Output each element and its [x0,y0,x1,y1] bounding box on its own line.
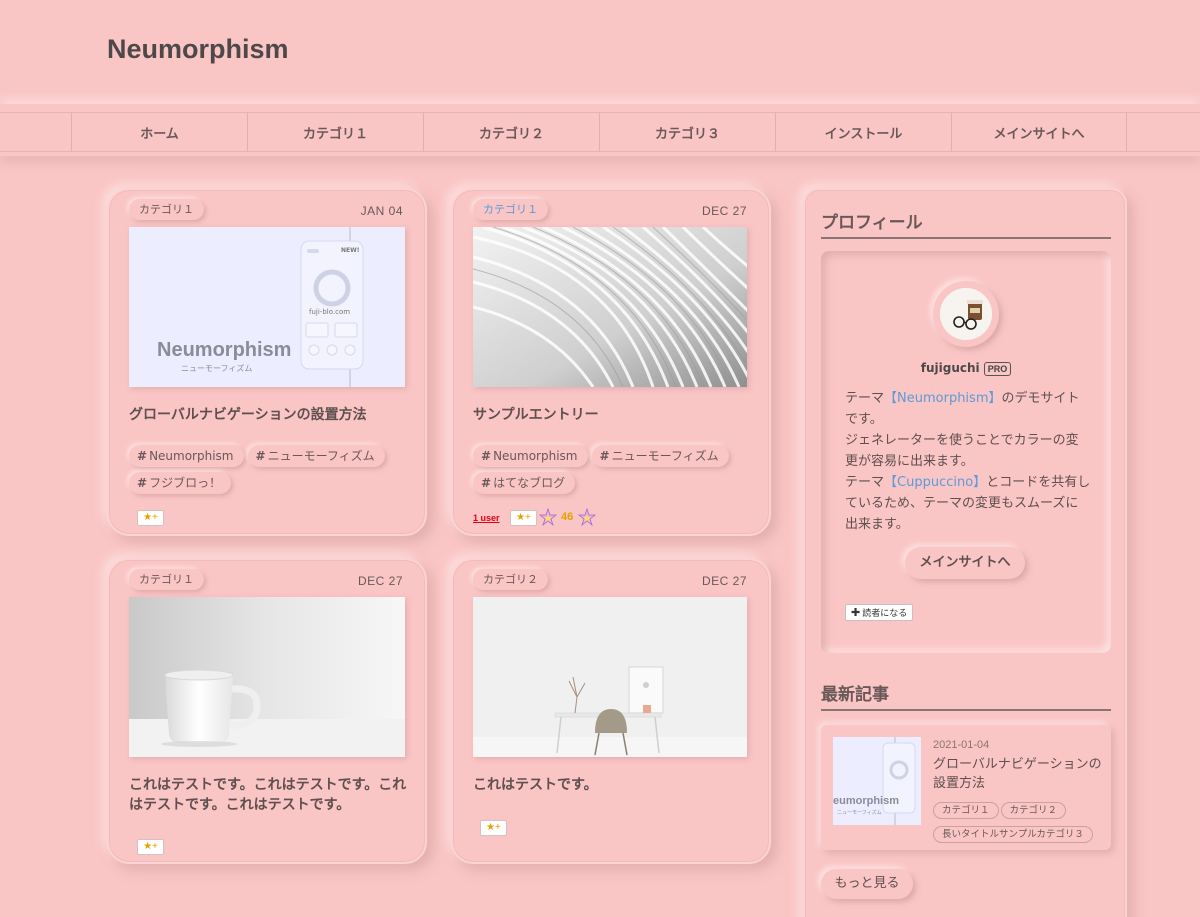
tag-chip[interactable]: # ニューモーフィズム [247,445,385,467]
recent-post-date: 2021-01-04 [933,739,990,751]
post-thumbnail[interactable]: NEW! fuji-blo.com Neumorphism ニューモーフィズム [129,227,405,387]
nav-item-main-site[interactable]: メインサイトへ [951,113,1127,151]
star-count: 46 [561,511,574,523]
category-pill[interactable]: カテゴリ１ [129,199,204,220]
nav-item-category-2[interactable]: カテゴリ２ [423,113,599,151]
neumorphism-theme-link[interactable]: 【Neumorphism】 [884,391,1001,406]
post-thumbnail[interactable] [473,227,747,387]
sidebar: プロフィール fujiguchi PRO テーマ【Neumorphism】のデモサ… [803,188,1127,917]
recent-thumb-brand: eumorphism [833,795,900,807]
tag-list: # Neumorphism # ニューモーフィズム # フジブロっ！ [129,445,419,499]
bookmark-users-link[interactable]: 1 user [473,513,500,523]
add-star-button[interactable]: ★+ [510,510,537,526]
nav-item-category-1[interactable]: カテゴリ１ [247,113,423,151]
add-star-button[interactable]: ★+ [137,839,164,855]
post-card[interactable]: カテゴリ１ JAN 04 NEW! fuji-blo.com Neumorphi… [107,188,427,536]
pro-badge: PRO [983,362,1012,376]
post-title[interactable]: これはテストです。 [473,775,753,795]
post-date: DEC 27 [357,574,403,588]
thumb-sub-label: ニューモーフィズム [181,364,253,373]
cuppuccino-theme-link[interactable]: 【Cuppuccino】 [884,475,986,490]
tag-list: # Neumorphism # ニューモーフィズム # はてなブログ [473,445,763,499]
plus-icon: ✚ [851,606,861,619]
recent-post-thumbnail[interactable]: eumorphism ニューモーフィズム [833,737,921,825]
nav-item-home[interactable]: ホーム [71,113,247,151]
colored-star-icon [577,507,597,527]
tag-chip[interactable]: # はてなブログ [473,472,576,494]
profile-description: テーマ【Neumorphism】のデモサイトです。 ジェネレーターを使うことでカ… [845,391,1091,532]
avatar[interactable] [933,281,999,347]
post-date: DEC 27 [701,204,747,218]
post-card[interactable]: カテゴリ１ DEC 27 サンプルエントリー # Neumorphism # ニ… [451,188,771,536]
post-thumbnail[interactable] [473,597,747,757]
post-title[interactable]: グローバルナビゲーションの設置方法 [129,405,409,425]
recent-post-card[interactable]: eumorphism ニューモーフィズム 2021-01-04 グローバルナビゲ… [821,725,1111,850]
tag-chip[interactable]: # Neumorphism [473,445,588,467]
post-date: JAN 04 [360,204,403,218]
main-site-button[interactable]: メインサイトへ [905,547,1025,579]
username[interactable]: fujiguchi PRO [821,361,1111,376]
post-title[interactable]: サンプルエントリー [473,405,753,425]
recent-category-chip[interactable]: カテゴリ１ [933,802,999,819]
tag-chip[interactable]: # ニューモーフィズム [591,445,729,467]
recent-category-chip[interactable]: 長いタイトルサンプルカテゴリ３ [933,826,1093,843]
tag-chip[interactable]: # Neumorphism [129,445,244,467]
post-card[interactable]: カテゴリ１ DEC 27 これはテストです。これはテストです。これはテストです。… [107,558,427,864]
nav-item-install[interactable]: インストール [775,113,951,151]
category-pill[interactable]: カテゴリ１ [129,569,204,590]
profile-box: fujiguchi PRO テーマ【Neumorphism】のデモサイトです。 ジ… [821,251,1111,653]
recent-category-chip[interactable]: カテゴリ２ [1000,802,1067,819]
category-pill[interactable]: カテゴリ２ [473,569,548,590]
tag-chip[interactable]: # フジブロっ！ [129,472,232,494]
thumb-brand-label: Neumorphism [157,339,292,361]
subscribe-button[interactable]: ✚ 読者になる [845,604,914,621]
add-star-button[interactable]: ★+ [480,820,507,836]
profile-heading: プロフィール [821,208,1111,239]
neumorphism-thumbnail-image [129,227,405,387]
post-title[interactable]: これはテストです。これはテストです。これはテストです。これはテストです。 [129,775,409,815]
colored-star-icon [538,507,558,527]
thumb-new-label: NEW! [341,247,360,254]
site-title[interactable]: Neumorphism [107,34,289,65]
architecture-thumbnail-image [473,227,747,387]
post-card[interactable]: カテゴリ２ DEC 27 これはテストです。 ★+ [451,558,771,864]
post-thumbnail[interactable] [129,597,405,757]
recent-heading: 最新記事 [821,680,1111,711]
global-nav: ホーム カテゴリ１ カテゴリ２ カテゴリ３ インストール メインサイトへ [0,112,1200,152]
nav-item-category-3[interactable]: カテゴリ３ [599,113,775,151]
add-star-button[interactable]: ★+ [137,510,164,526]
recent-post-title[interactable]: グローバルナビゲーションの設置方法 [933,755,1103,793]
mug-thumbnail-image [129,597,405,757]
more-button[interactable]: もっと見る [821,869,913,899]
desk-thumbnail-image [473,597,747,757]
category-pill[interactable]: カテゴリ１ [473,199,548,220]
coffee-glasses-icon [940,288,992,340]
post-date: DEC 27 [701,574,747,588]
recent-post-categories: カテゴリ１ カテゴリ２ 長いタイトルサンプルカテゴリ３ [933,798,1108,846]
thumb-url-label: fuji-blo.com [309,308,351,316]
recent-thumb-sub: ニューモーフィズム [837,810,882,816]
